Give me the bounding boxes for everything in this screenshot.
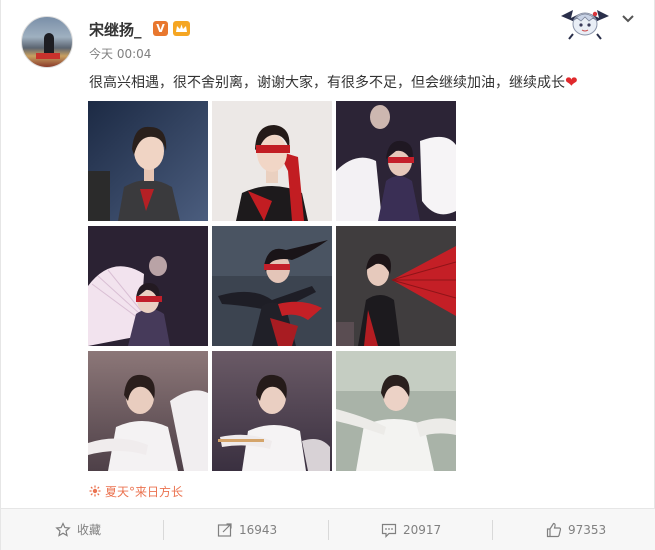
chevron-down-icon[interactable] (621, 14, 635, 24)
post-text-body: 很高兴相遇，很不舍别离，谢谢大家，有很多不足，但会继续加油，继续成长 (89, 75, 565, 91)
comment-count: 20917 (403, 522, 442, 537)
photo-8[interactable] (212, 351, 332, 471)
avatar[interactable] (21, 16, 73, 68)
source-label: 夏天°来日方长 (105, 485, 184, 499)
photo-7[interactable] (88, 351, 208, 471)
heart-emoji: ❤ (565, 73, 578, 91)
post-text: 很高兴相遇，很不舍别离，谢谢大家，有很多不足，但会继续加油，继续成长❤ (89, 72, 578, 92)
divider (492, 520, 493, 540)
username[interactable]: 宋继扬_ (89, 19, 142, 40)
post-source-link[interactable]: 夏天°来日方长 (89, 483, 183, 500)
mascot-decoration-icon (561, 10, 609, 40)
action-bar: 收藏 16943 20917 97353 (1, 508, 655, 550)
comment-button[interactable]: 20917 (381, 509, 441, 550)
repost-button[interactable]: 16943 (217, 509, 277, 550)
sun-icon (89, 485, 101, 499)
photo-5[interactable] (212, 226, 332, 346)
crown-icon[interactable] (173, 21, 190, 36)
favorite-label: 收藏 (77, 523, 102, 537)
thumbs-up-icon (546, 522, 562, 537)
repost-count: 16943 (239, 522, 278, 537)
comment-icon (381, 523, 397, 538)
verified-v-icon[interactable]: V (153, 21, 168, 36)
repost-icon (217, 522, 232, 537)
divider (163, 520, 164, 540)
photo-6[interactable] (336, 226, 456, 346)
avatar-flag (36, 53, 60, 59)
like-button[interactable]: 97353 (546, 509, 606, 550)
weibo-post-card: 宋继扬_ V 今天 00:04 很高兴相遇，很不舍别离，谢谢大家，有很多不足，但… (0, 0, 655, 550)
photo-3[interactable] (336, 101, 456, 221)
photo-2[interactable] (212, 101, 332, 221)
photo-4[interactable] (88, 226, 208, 346)
post-timestamp[interactable]: 今天 00:04 (89, 45, 151, 62)
like-count: 97353 (568, 522, 607, 537)
photo-1[interactable] (88, 101, 208, 221)
divider (328, 520, 329, 540)
photo-9[interactable] (336, 351, 456, 471)
star-icon (55, 521, 71, 537)
favorite-button[interactable]: 收藏 (55, 509, 101, 550)
